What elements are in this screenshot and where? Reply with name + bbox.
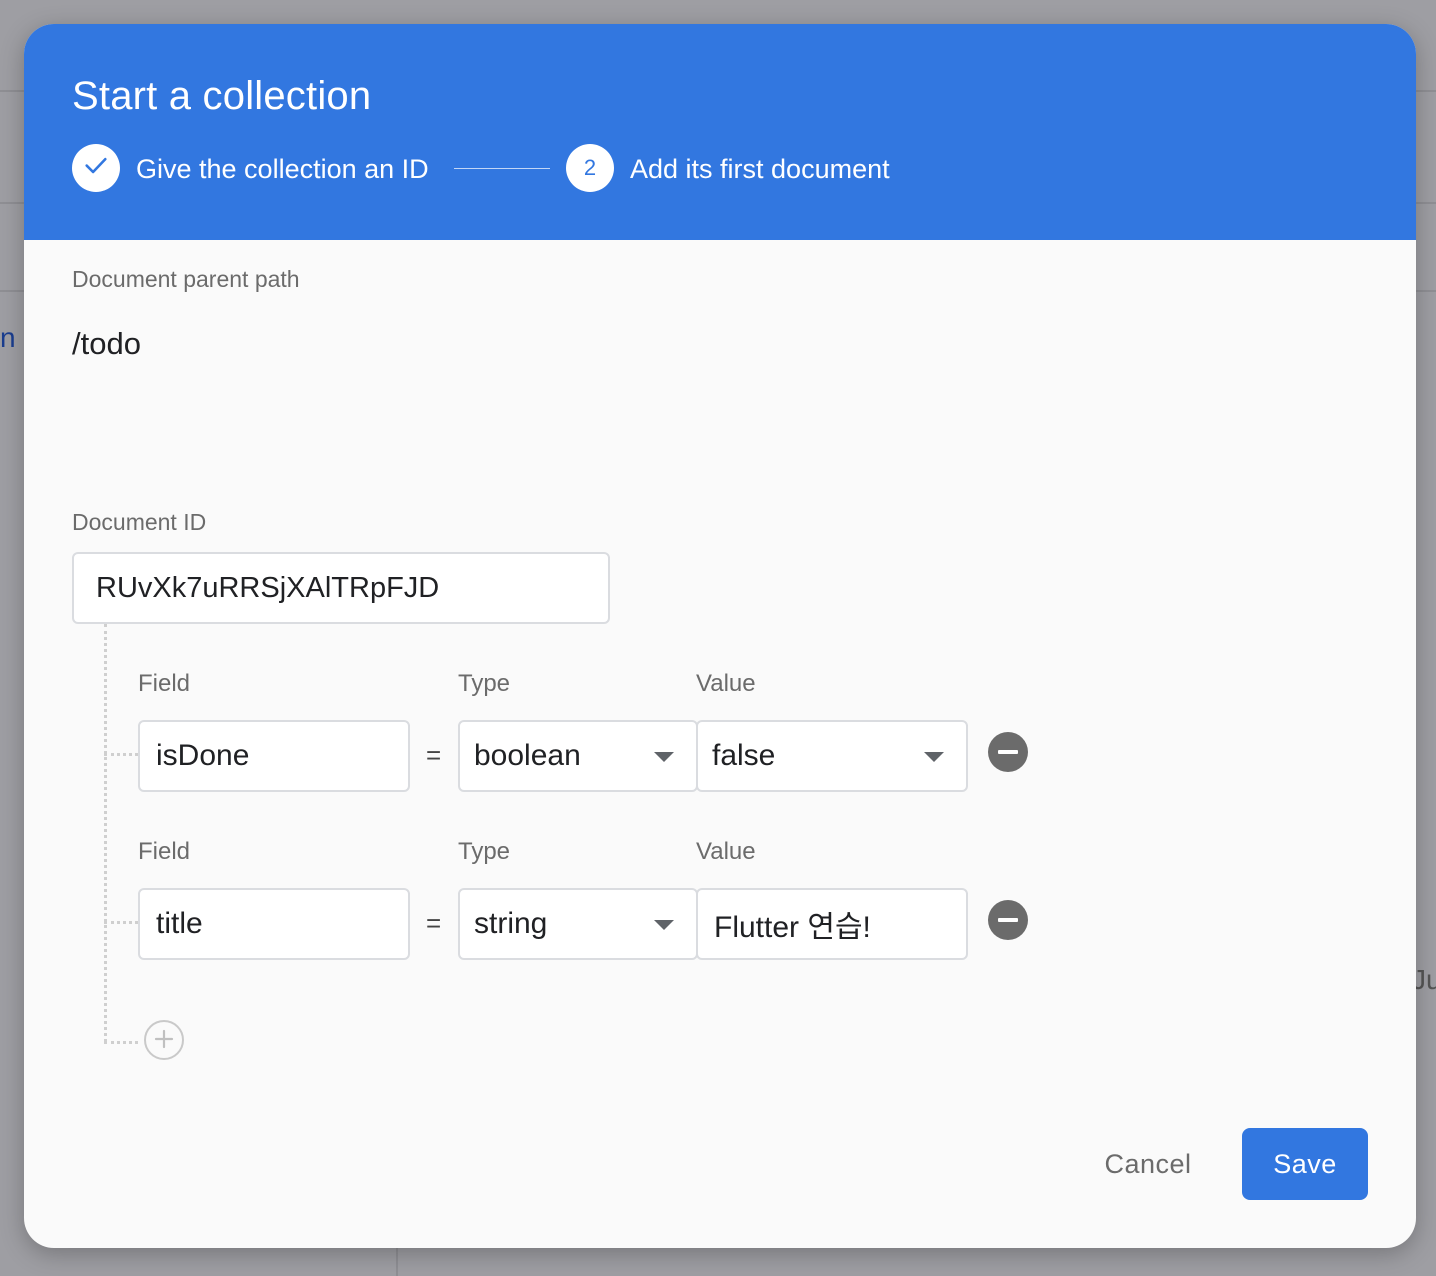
plus-circle-icon — [152, 1024, 176, 1056]
step-2-label: Add its first document — [630, 154, 890, 184]
value-select-value: false — [712, 739, 776, 772]
value-column-label: Value — [696, 838, 756, 865]
type-column-label: Type — [458, 838, 511, 865]
tree-connector — [104, 1041, 138, 1044]
equals-sign: = — [426, 908, 442, 938]
cancel-button[interactable]: Cancel — [1088, 1128, 1208, 1200]
field-column-label: Field — [138, 670, 191, 697]
field-column-label: Field — [138, 838, 191, 865]
save-button[interactable]: Save — [1242, 1128, 1368, 1200]
step-connector — [454, 168, 550, 169]
background-text-fragment: n — [0, 322, 16, 353]
dialog-title: Start a collection — [72, 74, 372, 118]
start-collection-dialog: Start a collection Give the collection a… — [24, 24, 1416, 1248]
dialog-header: Start a collection Give the collection a… — [24, 24, 1416, 240]
tree-connector — [104, 753, 138, 756]
step-1-complete-indicator — [72, 144, 120, 192]
parent-path-value: /todo — [72, 326, 141, 361]
type-select[interactable]: boolean — [458, 720, 698, 792]
chevron-down-icon — [654, 920, 674, 930]
minus-circle-icon — [998, 918, 1018, 922]
value-input[interactable]: Flutter 연습! — [696, 888, 968, 960]
chevron-down-icon — [924, 752, 944, 762]
value-column-label: Value — [696, 670, 756, 697]
type-column-label: Type — [458, 670, 511, 697]
step-1-label: Give the collection an ID — [136, 154, 429, 184]
field-name-input[interactable]: title — [138, 888, 410, 960]
chevron-down-icon — [654, 752, 674, 762]
type-select-value: string — [474, 907, 548, 940]
parent-path-label: Document parent path — [72, 266, 300, 292]
document-id-input[interactable]: RUvXk7uRRSjXAlTRpFJD — [72, 552, 610, 624]
value-select[interactable]: false — [696, 720, 968, 792]
stepper: Give the collection an ID 2 Add its firs… — [72, 144, 1072, 194]
type-select[interactable]: string — [458, 888, 698, 960]
check-icon — [82, 151, 110, 185]
step-2-indicator: 2 — [566, 144, 614, 192]
document-id-label: Document ID — [72, 509, 207, 535]
remove-field-button[interactable] — [988, 732, 1028, 772]
tree-connector — [104, 624, 107, 1042]
add-field-button[interactable] — [144, 1020, 184, 1060]
equals-sign: = — [426, 740, 442, 770]
tree-connector — [104, 921, 138, 924]
type-select-value: boolean — [474, 739, 581, 772]
field-name-input[interactable]: isDone — [138, 720, 410, 792]
remove-field-button[interactable] — [988, 900, 1028, 940]
minus-circle-icon — [998, 750, 1018, 754]
